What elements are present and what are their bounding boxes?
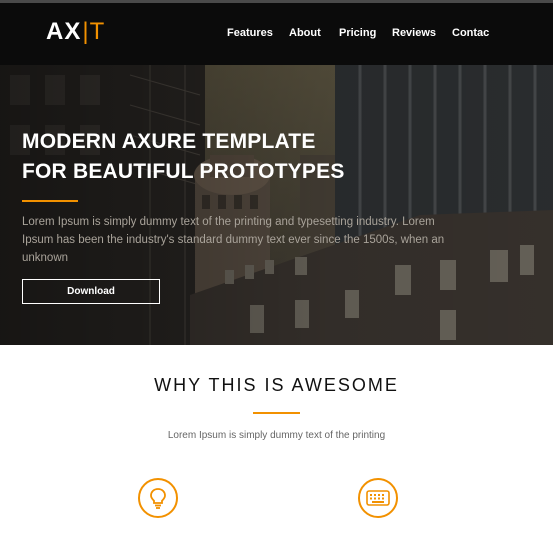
hero-title-line-1: MODERN AXURE TEMPLATE [22, 130, 316, 153]
hero-title-line-2: FOR BEAUTIFUL PROTOTYPES [22, 160, 345, 183]
hero-title: MODERN AXURE TEMPLATE FOR BEAUTIFUL PROT… [22, 127, 345, 187]
section-accent-rule [253, 412, 300, 414]
keyboard-icon [358, 478, 398, 518]
nav-reviews[interactable]: Reviews [392, 27, 436, 39]
section-subtitle: Lorem Ipsum is simply dummy text of the … [167, 430, 386, 441]
hero-accent-rule [22, 200, 78, 202]
main-nav: Features About Pricing Reviews Contac [0, 27, 553, 41]
lightbulb-icon [138, 478, 178, 518]
hero-section: MODERN AXURE TEMPLATE FOR BEAUTIFUL PROT… [0, 65, 553, 345]
navbar-top-edge [0, 0, 553, 3]
top-navbar: AX|T Features About Pricing Reviews Cont… [0, 0, 553, 65]
hero-description: Lorem Ipsum is simply dummy text of the … [22, 216, 445, 264]
nav-pricing[interactable]: Pricing [339, 27, 376, 39]
section-title: WHY THIS IS AWESOME [154, 375, 399, 395]
nav-about[interactable]: About [289, 27, 321, 39]
nav-contact[interactable]: Contac [452, 27, 489, 39]
nav-features[interactable]: Features [227, 27, 273, 39]
download-button[interactable]: Download [22, 279, 160, 304]
